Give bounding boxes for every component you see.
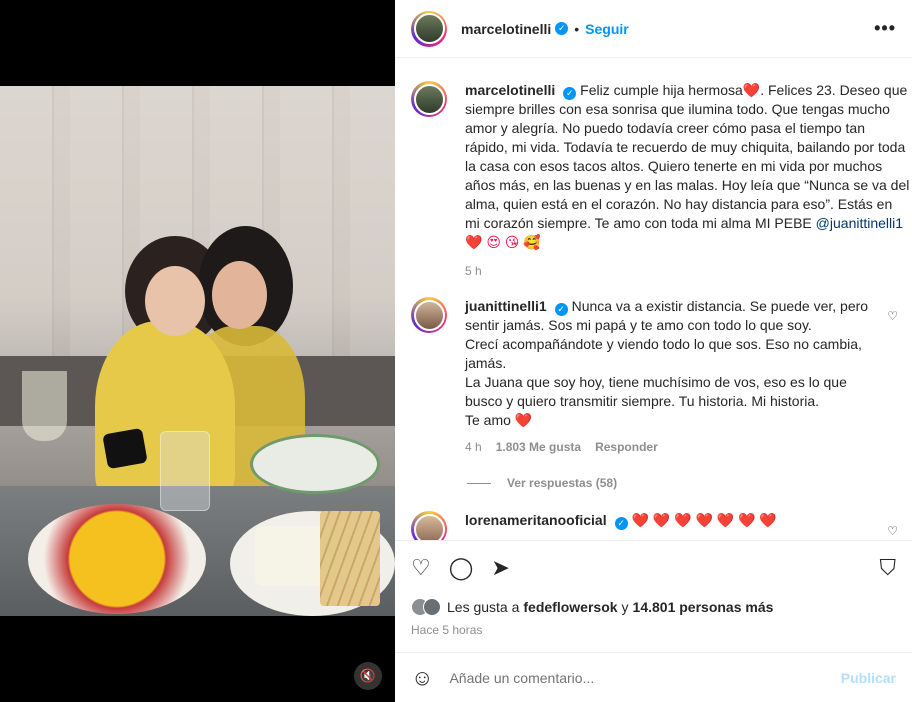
wine-glass [22, 371, 67, 441]
comment-text: ❤️ ❤️ ❤️ ❤️ ❤️ ❤️ ❤️ [631, 512, 777, 528]
comment-input[interactable] [449, 669, 841, 686]
reply-button[interactable]: Responder [595, 438, 658, 457]
likes-prefix: Les gusta a [447, 599, 520, 615]
separator-dot: • [574, 20, 580, 37]
avatar [423, 598, 441, 616]
caption-username[interactable]: marcelotinelli [465, 82, 555, 98]
avatar[interactable] [411, 297, 447, 333]
post-header: marcelotinelli ✓ • Seguir ••• [395, 0, 912, 58]
avatar[interactable] [411, 10, 447, 47]
breadsticks [320, 511, 380, 606]
comment-likes[interactable]: 1.803 Me gusta [496, 438, 581, 457]
add-comment-bar: ☺ Publicar [395, 652, 912, 702]
post-photo [0, 86, 395, 616]
water-glass [160, 431, 210, 511]
likes-count[interactable]: 14.801 personas más [633, 599, 774, 615]
comment-username[interactable]: juanittinelli1 [465, 298, 547, 314]
save-icon[interactable]: ⛉ [879, 555, 896, 581]
comment-text: La Juana que soy hoy, tiene muchísimo de… [465, 374, 847, 409]
view-replies-label: Ver respuestas (58) [507, 476, 618, 490]
comment: juanittinelli1 ✓ Nunca va a existir dista… [411, 297, 885, 457]
share-icon[interactable]: ➤ [491, 555, 509, 581]
verified-icon: ✓ [554, 303, 568, 316]
person-face [212, 261, 267, 329]
likes-summary[interactable]: Les gusta a fedeflowersok y 14.801 perso… [411, 598, 773, 616]
plate [250, 434, 380, 494]
comment-like-icon[interactable]: ♡ [887, 309, 898, 323]
mention-link[interactable]: @juanittinelli1 [816, 215, 903, 231]
comment-username[interactable]: lorenameritanooficial [465, 512, 607, 528]
mute-icon[interactable]: 🔇 [354, 662, 382, 690]
likes-user[interactable]: fedeflowersok [523, 599, 617, 615]
post-panel: marcelotinelli ✓ • Seguir ••• marcelotin… [395, 0, 912, 702]
person-face [145, 266, 205, 336]
phone [102, 427, 148, 470]
follow-button[interactable]: Seguir [585, 21, 629, 37]
comment-like-icon[interactable]: ♡ [887, 524, 898, 538]
comments-list[interactable]: marcelotinelli ✓ Feliz cumple hija hermos… [395, 59, 912, 540]
verified-icon: ✓ [563, 87, 577, 100]
comment-text: Crecí acompañándote y viendo todo lo que… [465, 336, 862, 371]
publish-button[interactable]: Publicar [841, 670, 896, 686]
post-actions: ♡ ◯ ➤ ⛉ Les gusta a fedeflowersok y 14.8… [395, 540, 912, 648]
caption-text: Feliz cumple hija hermosa❤️. Felices 23.… [465, 82, 910, 231]
verified-icon: ✓ [555, 22, 569, 35]
replies-divider [467, 482, 491, 484]
post-media[interactable]: 🔇 [0, 0, 395, 702]
comment-text: Te amo ❤️ [465, 412, 533, 428]
avatar[interactable] [411, 511, 447, 540]
likes-middle: y [621, 599, 629, 615]
caption-emojis: ❤️ 😍 😘 🥰 [465, 234, 541, 250]
caption: marcelotinelli ✓ Feliz cumple hija hermos… [411, 81, 910, 281]
posted-time: Hace 5 horas [411, 623, 483, 637]
avatar[interactable] [411, 81, 447, 117]
emoji-icon[interactable]: ☺ [411, 665, 433, 691]
view-replies-button[interactable]: Ver respuestas (58) [467, 476, 617, 490]
caption-time[interactable]: 5 h [465, 262, 482, 281]
like-icon[interactable]: ♡ [411, 555, 431, 581]
comment: lorenameritanooficial ✓ ❤️ ❤️ ❤️ ❤️ ❤️ ❤️… [411, 511, 885, 540]
comment-icon[interactable]: ◯ [449, 555, 474, 581]
verified-icon: ✓ [614, 517, 628, 530]
more-options-icon[interactable]: ••• [874, 18, 896, 39]
comment-time[interactable]: 4 h [465, 438, 482, 457]
chips-bowl [28, 504, 206, 614]
author-username[interactable]: marcelotinelli [461, 21, 551, 37]
